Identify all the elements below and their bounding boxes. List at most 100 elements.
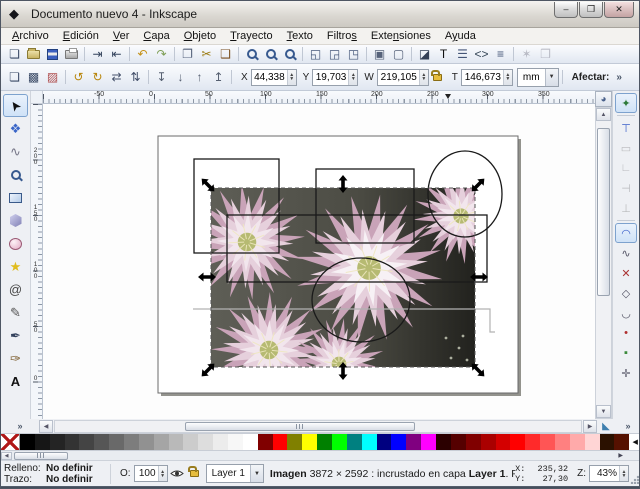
menu-texto[interactable]: Texto bbox=[280, 29, 320, 43]
undo[interactable]: ↶ bbox=[133, 46, 152, 63]
palette-swatch[interactable] bbox=[272, 434, 288, 450]
palette-swatch[interactable] bbox=[49, 434, 65, 450]
unlink-clone[interactable]: ◳ bbox=[344, 46, 363, 63]
palette-swatch[interactable] bbox=[584, 434, 600, 450]
vertical-scroll-thumb[interactable] bbox=[597, 128, 610, 296]
rectangle-tool[interactable] bbox=[3, 186, 28, 209]
palette-swatch[interactable] bbox=[302, 434, 318, 450]
rotate-ccw[interactable]: ↺ bbox=[69, 69, 88, 86]
snap-bbox-edge-midpoints[interactable]: ⊣ bbox=[615, 178, 637, 198]
palette-swatch[interactable] bbox=[332, 434, 347, 450]
spinner[interactable]: ▲ ▼ bbox=[418, 69, 428, 85]
field-t[interactable]: 146,673 ▲ ▼ bbox=[460, 68, 513, 86]
layer-lock-toggle[interactable] bbox=[186, 465, 204, 483]
palette-swatch[interactable] bbox=[480, 434, 496, 450]
xml-editor[interactable]: <> bbox=[472, 46, 491, 63]
fill-stroke-indicator[interactable]: Relleno: No definir Trazo: No definir bbox=[1, 463, 107, 485]
zoom-page[interactable] bbox=[280, 46, 299, 63]
select-all-layers[interactable]: ▩ bbox=[24, 69, 43, 86]
spinner[interactable]: ▲ ▼ bbox=[348, 69, 358, 85]
drawing-canvas[interactable] bbox=[43, 104, 597, 419]
palette-swatch[interactable] bbox=[287, 434, 303, 450]
vertical-ruler[interactable]: 200 150 100 50 0 bbox=[31, 104, 43, 419]
palette-swatch[interactable] bbox=[599, 434, 615, 450]
palette-swatch[interactable] bbox=[436, 434, 451, 450]
palette-swatch[interactable] bbox=[168, 434, 184, 450]
palette-scroll-left-arrow[interactable]: ◀ bbox=[1, 451, 12, 460]
menu-capa[interactable]: Capa bbox=[136, 29, 176, 43]
cms-toggle-button[interactable]: ◕ bbox=[595, 91, 612, 107]
new-document[interactable]: ❏ bbox=[5, 46, 24, 63]
group[interactable]: ▣ bbox=[370, 46, 389, 63]
zoom-selection[interactable] bbox=[242, 46, 261, 63]
resize-grip[interactable] bbox=[629, 461, 639, 486]
horizontal-scrollbar[interactable] bbox=[54, 419, 582, 433]
snap-cusp-nodes[interactable]: ◇ bbox=[615, 283, 637, 303]
maximize-button[interactable]: ❒ bbox=[579, 2, 603, 18]
palette-swatch[interactable] bbox=[242, 434, 258, 450]
palette-scroll-arrow[interactable]: ◀ bbox=[629, 434, 639, 450]
deselect[interactable]: ▨ bbox=[43, 69, 62, 86]
menu-ver[interactable]: Ver bbox=[106, 29, 137, 43]
pen-tool[interactable]: ✒ bbox=[3, 324, 28, 347]
calligraphy-tool[interactable]: ✑ bbox=[3, 347, 28, 370]
raise[interactable]: ↑ bbox=[190, 69, 209, 86]
menu-filtros[interactable]: Filtros bbox=[320, 29, 364, 43]
fill-stroke-dialog[interactable]: ◪ bbox=[415, 46, 434, 63]
raise-to-top[interactable]: ↥ bbox=[209, 69, 228, 86]
horizontal-scroll-thumb[interactable] bbox=[185, 421, 415, 431]
field-x[interactable]: 44,338 ▲ ▼ bbox=[250, 68, 297, 86]
title-bar[interactable]: ◆ Documento nuevo 4 - Inkscape – ❒ ✕ bbox=[1, 1, 639, 28]
snap-midpoints[interactable]: • bbox=[615, 323, 637, 343]
align-dialog[interactable]: ≡ bbox=[491, 46, 510, 63]
palette-swatch[interactable] bbox=[213, 434, 229, 450]
flip-vertical[interactable]: ⇅ bbox=[126, 69, 145, 86]
palette-swatch[interactable] bbox=[153, 434, 169, 450]
lower-to-bottom[interactable]: ↧ bbox=[152, 69, 171, 86]
close-button[interactable]: ✕ bbox=[604, 2, 634, 18]
palette-swatch[interactable] bbox=[228, 434, 243, 450]
palette-swatch-none[interactable] bbox=[1, 434, 20, 450]
menu-extensiones[interactable]: Extensiones bbox=[364, 29, 438, 43]
import[interactable]: ⇥ bbox=[88, 46, 107, 63]
pencil-tool[interactable]: ✎ bbox=[3, 301, 28, 324]
box3d-tool[interactable] bbox=[3, 209, 28, 232]
snap-nodes[interactable]: ◠ bbox=[615, 223, 637, 243]
opacity-spinner[interactable]: ▲ ▼ bbox=[157, 466, 167, 481]
snap-enable[interactable]: ✦ bbox=[615, 93, 637, 113]
field-y[interactable]: 19,703 ▲ ▼ bbox=[312, 68, 359, 86]
palette-swatch[interactable] bbox=[183, 434, 199, 450]
zoom-spinner[interactable]: ▲ ▼ bbox=[619, 466, 628, 481]
lower[interactable]: ↓ bbox=[171, 69, 190, 86]
palette-swatch[interactable] bbox=[525, 434, 541, 450]
palette-swatch[interactable] bbox=[124, 434, 139, 450]
palette-swatch[interactable] bbox=[94, 434, 110, 450]
create-clone[interactable]: ◲ bbox=[325, 46, 344, 63]
layer-visibility-toggle[interactable] bbox=[168, 465, 186, 483]
palette-swatch[interactable] bbox=[317, 434, 333, 450]
copy[interactable]: ❐ bbox=[178, 46, 197, 63]
snap-smooth-nodes[interactable]: ◡ bbox=[615, 303, 637, 323]
scroll-right-arrow[interactable]: ▶ bbox=[583, 419, 597, 433]
palette-swatch[interactable] bbox=[569, 434, 585, 450]
text-dialog[interactable]: T bbox=[434, 46, 453, 63]
palette-swatch[interactable] bbox=[64, 434, 80, 450]
rotate-cw[interactable]: ↻ bbox=[88, 69, 107, 86]
menu-ayuda[interactable]: Ayuda bbox=[438, 29, 483, 43]
snap-bbox-corners[interactable]: ∟ bbox=[615, 158, 637, 178]
save[interactable] bbox=[43, 46, 62, 63]
scroll-left-arrow[interactable]: ◀ bbox=[39, 419, 53, 433]
palette-swatch[interactable] bbox=[138, 434, 154, 450]
palette-swatch[interactable] bbox=[34, 434, 50, 450]
preferences[interactable]: ✶ bbox=[517, 46, 536, 63]
selector-tool[interactable]: ➤ bbox=[3, 94, 28, 117]
menu-objeto[interactable]: Objeto bbox=[177, 29, 223, 43]
palette-swatch[interactable] bbox=[257, 434, 273, 450]
palette-swatch[interactable] bbox=[198, 434, 214, 450]
palette-swatch[interactable] bbox=[495, 434, 511, 450]
zoom-drawing[interactable] bbox=[261, 46, 280, 63]
palette-swatch[interactable] bbox=[361, 434, 377, 450]
paste[interactable]: ❑ bbox=[216, 46, 235, 63]
tool-controls-overflow-chevron[interactable]: » bbox=[616, 72, 622, 83]
redo[interactable]: ↷ bbox=[152, 46, 171, 63]
